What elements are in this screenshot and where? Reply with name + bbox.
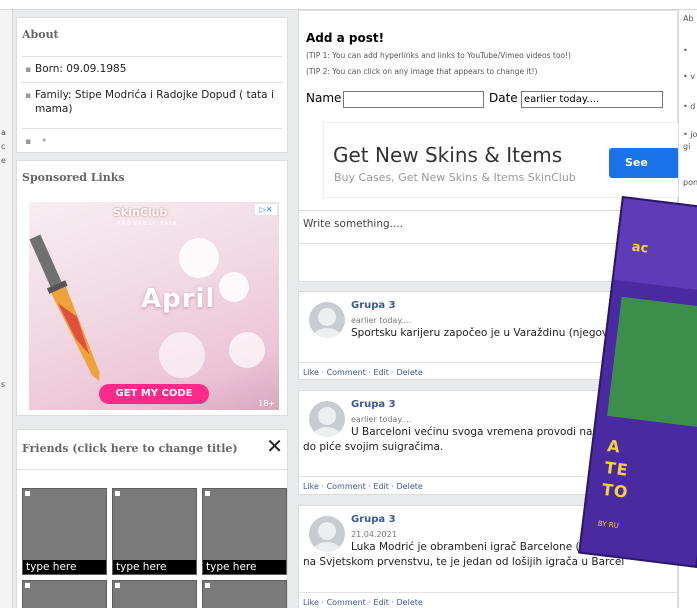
skinclub-text-ad[interactable]: Get New Skins & Items Buy Cases, Get New… <box>323 122 680 199</box>
corner-marker <box>205 491 210 496</box>
corner-marker <box>25 491 30 496</box>
corner-marker <box>115 583 120 588</box>
post-author[interactable]: Grupa 3 <box>351 399 396 410</box>
about-family-row[interactable]: ▪ Family: Stipe Modrića i Radojke Dopuđ … <box>21 82 283 126</box>
see-more-button[interactable]: See More <box>609 148 680 199</box>
add-post-title: Add a post! <box>306 31 385 45</box>
blossom-shape <box>229 332 265 368</box>
about-family: Family: Stipe Modrića i Radojke Dopuđ ( … <box>35 89 274 115</box>
bullet-icon: ▪ <box>25 91 32 101</box>
tip-2: (TIP 2: You can click on any image that … <box>306 67 538 76</box>
ad-close-icon[interactable]: ▷✕ <box>255 204 277 215</box>
friend-tile[interactable]: type here <box>112 488 197 575</box>
about-title: About <box>22 28 59 41</box>
book-ad-letter: TE <box>603 457 630 480</box>
about-born: Born: 09.09.1985 <box>35 63 127 75</box>
friend-tile-label[interactable]: type here <box>203 560 286 574</box>
about-panel: About ▪ Born: 09.09.1985 ▪ Family: Stipe… <box>16 17 288 153</box>
post-author[interactable]: Grupa 3 <box>351 514 396 525</box>
knife-icon <box>29 234 100 382</box>
name-input[interactable] <box>343 91 484 108</box>
friend-tile-label[interactable]: type here <box>113 560 196 574</box>
date-label: Date <box>489 91 518 105</box>
friend-tile[interactable]: type here <box>22 488 107 575</box>
post-actions[interactable]: Like · Comment · Edit · Delete <box>299 592 677 608</box>
about-empty-row[interactable]: ▪ • <box>21 128 283 152</box>
book-ad-figure <box>607 296 697 429</box>
post-author[interactable]: Grupa 3 <box>351 300 396 311</box>
dot-icon: • <box>41 135 48 147</box>
friend-tile[interactable] <box>22 580 107 608</box>
date-input[interactable]: earlier today.... <box>521 91 663 108</box>
text-ad-subtitle: Buy Cases, Get New Skins & Items SkinClu… <box>334 171 576 184</box>
ad-brand: SkinClub <box>113 206 168 219</box>
ad-headline: April <box>141 284 216 314</box>
name-label: Name <box>306 91 342 105</box>
book-ad-header <box>613 198 697 294</box>
book-ad-letter: A <box>606 436 622 457</box>
blossom-shape <box>219 272 249 302</box>
corner-marker <box>205 583 210 588</box>
friend-tile-label[interactable]: type here <box>23 560 106 574</box>
friends-panel: Friends (click here to change title) ✕ t… <box>16 429 288 608</box>
left-clipped-column: a c e s <box>0 10 13 608</box>
ad-cta-button[interactable]: GET MY CODE <box>99 384 209 404</box>
friends-title[interactable]: Friends (click here to change title) <box>22 442 238 455</box>
bullet-icon: ▪ <box>25 137 32 147</box>
bullet-icon: ▪ <box>25 65 32 75</box>
friend-tile[interactable]: type here <box>202 488 287 575</box>
post-date: earlier today.... <box>351 415 412 424</box>
about-born-row[interactable]: ▪ Born: 09.09.1985 <box>21 56 283 82</box>
text-ad-title[interactable]: Get New Skins & Items <box>333 143 562 167</box>
blossom-shape <box>159 332 205 378</box>
ad-age: 18+ <box>258 399 275 408</box>
post-date: 21.04.2021 <box>351 530 397 539</box>
friend-tile[interactable] <box>112 580 197 608</box>
corner-marker <box>25 583 30 588</box>
skinclub-ad-image[interactable]: SkinClub PROVABLY FAIR ▷✕ April GET MY C… <box>29 202 279 410</box>
book-ad-brand: ac <box>630 239 650 257</box>
ad-brand-sub: PROVABLY FAIR <box>117 221 179 227</box>
book-ad-letter: TO <box>600 479 630 502</box>
close-icon[interactable]: ✕ <box>266 434 283 458</box>
friends-header: Friends (click here to change title) ✕ <box>17 430 287 470</box>
tip-1: (TIP 1: You can add hyperlinks and links… <box>306 51 571 60</box>
post-date: earlier today.... <box>351 316 412 325</box>
book-ad-byline: BY RU <box>597 519 620 531</box>
top-strip <box>0 0 697 10</box>
friend-tile[interactable] <box>202 580 287 608</box>
sponsored-title: Sponsored Links <box>22 171 125 184</box>
sponsored-panel: Sponsored Links SkinClub PROVABLY FAIR ▷… <box>16 160 288 416</box>
blossom-shape <box>179 238 219 278</box>
corner-marker <box>115 491 120 496</box>
